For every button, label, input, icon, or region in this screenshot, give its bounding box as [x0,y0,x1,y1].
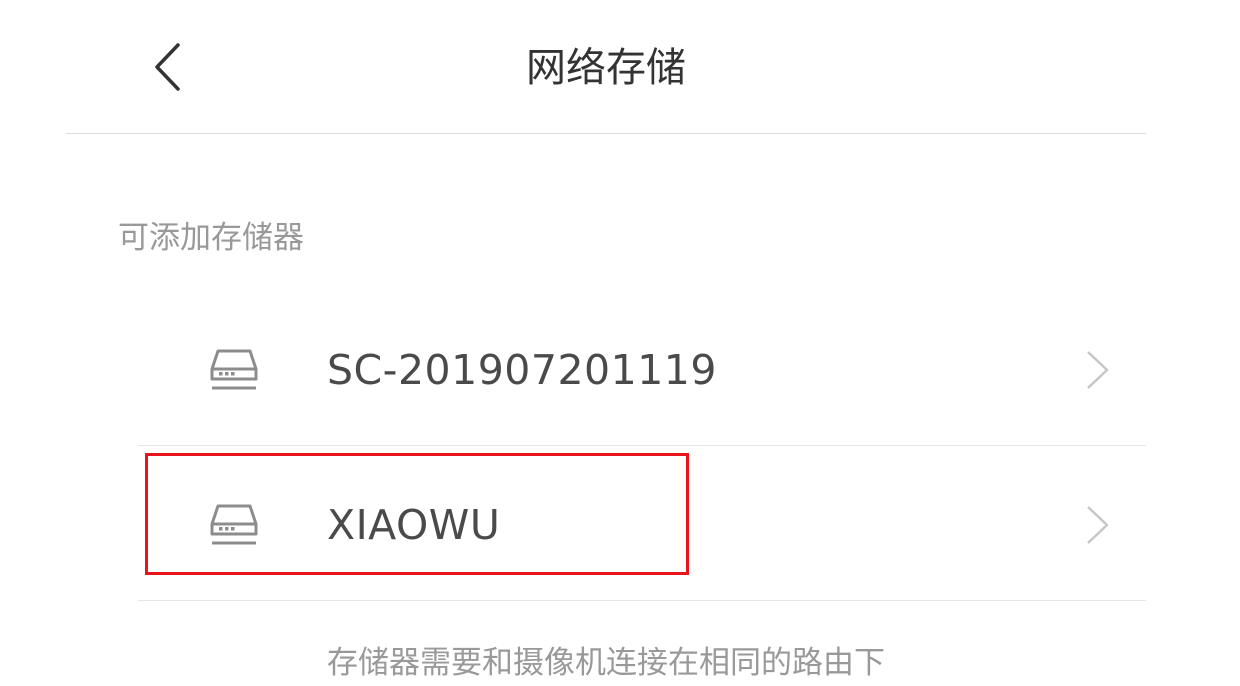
page-title: 网络存储 [526,45,686,91]
row-divider [138,445,1146,446]
device-row[interactable]: SC-201907201119 [138,292,1146,446]
highlight-box [145,453,689,575]
header-bar: 网络存储 [0,0,1240,134]
section-title: 可添加存储器 [118,220,304,256]
row-divider [138,600,1146,601]
footer-note: 存储器需要和摄像机连接在相同的路由下 [327,645,885,681]
chevron-right-icon [1087,506,1109,544]
storage-drive-icon [210,349,258,390]
device-name: SC-201907201119 [327,346,717,394]
chevron-right-icon [1087,351,1109,389]
header-divider [66,133,1146,134]
